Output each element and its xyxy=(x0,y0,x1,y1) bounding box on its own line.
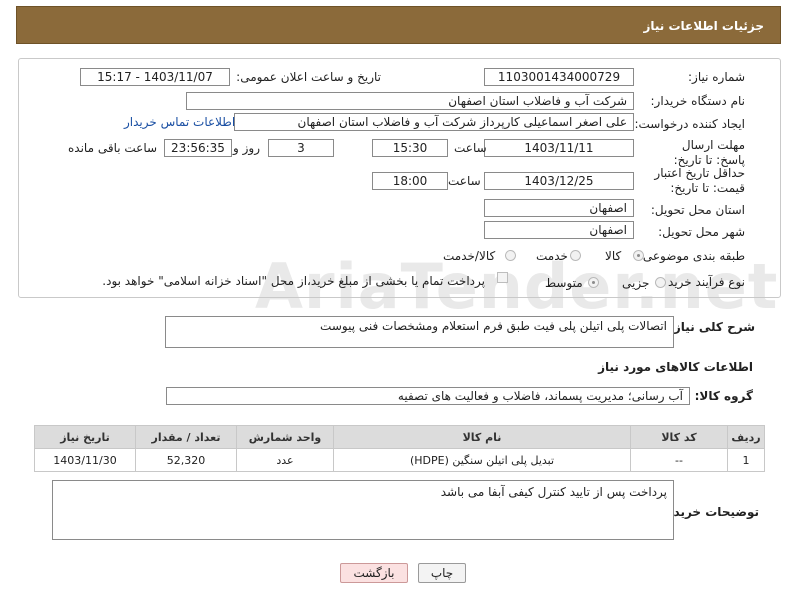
validity-time-label: ساعت xyxy=(448,174,481,188)
remaining-time-label: ساعت باقی مانده xyxy=(68,141,158,155)
category-goods-label: کالا xyxy=(605,249,622,263)
cell-need-date: 1403/11/30 xyxy=(34,448,136,472)
category-goods-radio[interactable] xyxy=(633,250,644,261)
announce-date-field: 1403/11/07 - 15:17 xyxy=(80,68,230,86)
page-title: جزئیات اطلاعات نیاز xyxy=(643,19,764,33)
purchase-type-label: نوع فرآیند خرید : xyxy=(660,275,745,289)
goods-group-label: گروه کالا: xyxy=(694,389,753,403)
items-table-wrapper: ردیف کد کالا نام کالا واحد شمارش تعداد /… xyxy=(34,425,765,472)
need-number-label: شماره نیاز: xyxy=(688,70,745,84)
treasury-payment-checkbox[interactable] xyxy=(497,272,508,283)
back-button[interactable]: بازگشت xyxy=(340,563,408,583)
purchase-minor-radio[interactable] xyxy=(655,277,666,288)
cell-item-code: -- xyxy=(630,448,728,472)
col-header-unit: واحد شمارش xyxy=(236,425,334,449)
page-header: جزئیات اطلاعات نیاز xyxy=(16,6,781,44)
table-header-row: ردیف کد کالا نام کالا واحد شمارش تعداد /… xyxy=(34,425,765,449)
days-label: روز و xyxy=(233,141,260,155)
category-service-radio[interactable] xyxy=(570,250,581,261)
reply-time-field: 15:30 xyxy=(372,139,448,157)
validity-time-field: 18:00 xyxy=(372,172,448,190)
category-goods-service-label: کالا/خدمت xyxy=(443,249,496,263)
purchase-minor-label: جزیی xyxy=(622,276,650,290)
validity-date-field: 1403/12/25 xyxy=(484,172,634,190)
print-button[interactable]: چاپ xyxy=(418,563,466,583)
remaining-time-field: 23:56:35 xyxy=(164,139,232,157)
buyer-org-field: شرکت آب و فاضلاب استان اصفهان xyxy=(186,92,634,110)
col-header-need-date: تاریخ نیاز xyxy=(34,425,136,449)
col-header-quantity: تعداد / مقدار xyxy=(135,425,237,449)
purchase-medium-label: متوسط xyxy=(545,276,583,290)
purchase-medium-radio[interactable] xyxy=(588,277,599,288)
delivery-city-field: اصفهان xyxy=(484,221,634,239)
cell-row-number: 1 xyxy=(727,448,765,472)
delivery-province-field: اصفهان xyxy=(484,199,634,217)
description-textarea[interactable]: اتصالات پلی اتیلن پلی فیت طبق فرم استعلا… xyxy=(165,316,674,348)
reply-date-field: 1403/11/11 xyxy=(484,139,634,157)
goods-section-title: اطلاعات کالاهای مورد نیاز xyxy=(598,360,753,374)
delivery-province-label: استان محل تحویل: xyxy=(650,203,745,217)
buyer-org-label: نام دستگاه خریدار: xyxy=(650,94,746,108)
col-header-item-code: کد کالا xyxy=(630,425,728,449)
category-goods-service-radio[interactable] xyxy=(505,250,516,261)
reply-time-label: ساعت xyxy=(454,141,487,155)
category-service-label: خدمت xyxy=(536,249,568,263)
cell-quantity: 52,320 xyxy=(135,448,237,472)
requester-field: علی اصغر اسماعیلی کارپرداز شرکت آب و فاض… xyxy=(234,113,634,131)
description-label: شرح کلی نیاز: xyxy=(669,320,755,334)
category-label: طبقه بندی موضوعی: xyxy=(638,249,745,263)
buyer-notes-textarea[interactable]: پرداخت پس از تایید کنترل کیفی آبفا می با… xyxy=(52,480,674,540)
cell-unit: عدد xyxy=(236,448,334,472)
table-row: 1 -- تبدیل پلی اتیلن سنگین (HDPE) عدد 52… xyxy=(34,448,765,472)
cell-item-name: تبدیل پلی اتیلن سنگین (HDPE) xyxy=(333,448,631,472)
requester-label: ایجاد کننده درخواست: xyxy=(634,117,745,131)
items-table: ردیف کد کالا نام کالا واحد شمارش تعداد /… xyxy=(34,425,765,472)
days-field: 3 xyxy=(268,139,334,157)
delivery-city-label: شهر محل تحویل: xyxy=(658,225,745,239)
price-validity-label: حداقل تاریخ اعتبار قیمت: تا تاریخ: xyxy=(654,166,745,195)
goods-group-field: آب رسانی؛ مدیریت پسماند، فاضلاب و فعالیت… xyxy=(166,387,690,405)
treasury-payment-text: پرداخت تمام یا بخشی از مبلغ خرید،از محل … xyxy=(102,274,485,288)
col-header-item-name: نام کالا xyxy=(333,425,631,449)
col-header-row-number: ردیف xyxy=(727,425,765,449)
reply-deadline-label: مهلت ارسال پاسخ: تا تاریخ: xyxy=(673,138,745,167)
need-number-field: 1103001434000729 xyxy=(484,68,634,86)
announce-date-label: تاریخ و ساعت اعلان عمومی: xyxy=(236,70,381,84)
buyer-contact-link[interactable]: اطلاعات تماس خریدار xyxy=(124,115,235,129)
